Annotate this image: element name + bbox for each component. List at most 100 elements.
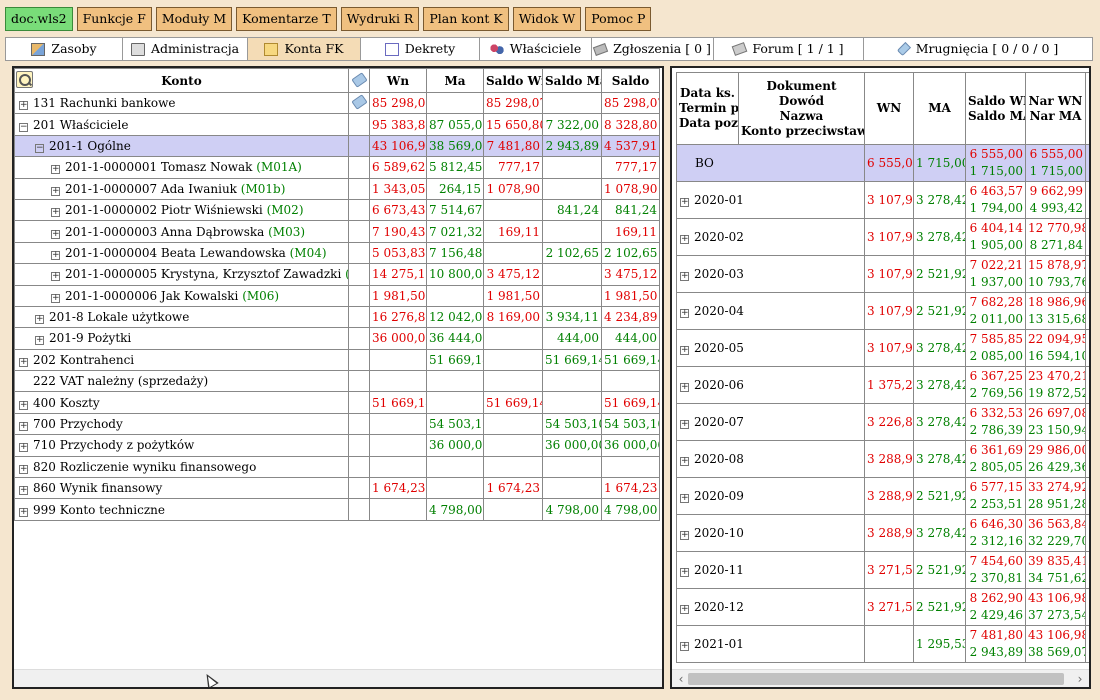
tab-konta[interactable]: Konta FK (247, 37, 360, 61)
ledger-row[interactable]: +2021-01 1 295,53 7 481,80 2 943,89 43 106,9… (676, 625, 1089, 663)
expand-icon[interactable]: + (680, 568, 689, 577)
ledger-row[interactable]: +2020-083 288,923 278,426 361,692 805,05… (676, 440, 1089, 478)
menu-doc[interactable]: doc.wls2 (5, 7, 73, 31)
tab-dekrety[interactable]: Dekrety (360, 37, 479, 61)
account-name-cell[interactable]: +400 Koszty (14, 391, 349, 414)
ledger-row[interactable]: +2020-053 107,993 278,427 585,852 085,00… (676, 329, 1089, 367)
account-name-cell[interactable]: +700 Przychody (14, 412, 349, 436)
account-name-cell[interactable]: +201-1-0000007 Ada Iwaniuk (M01b) (14, 177, 349, 200)
account-row[interactable]: +700 Przychody54 503,1054 503,1054 503,1… (14, 412, 660, 436)
account-row[interactable]: +201-1-0000004 Beata Lewandowska (M04) 5 … (14, 241, 660, 265)
expand-icon[interactable]: + (51, 229, 60, 239)
account-row[interactable]: +400 Koszty 51 669,14 51 669,14 51 669,14 (14, 391, 660, 414)
account-tag-cell[interactable] (348, 327, 370, 350)
account-tag-cell[interactable] (348, 263, 370, 286)
account-row[interactable]: +201-1-0000005 Krystyna, Krzysztof Zawad… (14, 263, 660, 286)
account-tag-cell[interactable] (348, 177, 370, 200)
menu-funkcje[interactable]: Funkcje F (76, 7, 152, 31)
account-name-cell[interactable]: 222 VAT należny (sprzedaży) (14, 370, 349, 393)
account-row[interactable]: −201-1 Ogólne43 106,9838 569,077 481,802… (14, 134, 660, 158)
expand-icon[interactable]: + (19, 101, 28, 111)
left-horizontal-scrollbar[interactable] (14, 669, 662, 687)
account-tag-cell[interactable] (348, 498, 370, 521)
account-name-cell[interactable]: +201-1-0000005 Krystyna, Krzysztof Zawad… (14, 263, 349, 286)
col-ledger-ma[interactable]: MA (913, 72, 966, 145)
period-cell[interactable]: +2020-02 (676, 218, 865, 256)
account-row[interactable]: +860 Wynik finansowy 1 674,23 1 674,23 1 67… (14, 477, 660, 500)
account-tag-cell[interactable] (348, 134, 370, 158)
period-cell[interactable]: +2020-06 (676, 366, 865, 404)
col-dates[interactable]: Data ks. Termin pł. Data poz. (676, 72, 739, 145)
expand-icon[interactable]: + (51, 186, 60, 196)
expand-icon[interactable]: + (680, 383, 689, 392)
expand-icon[interactable]: + (19, 507, 28, 517)
scroll-thumb[interactable] (688, 673, 1064, 685)
ledger-row[interactable]: +2020-093 288,922 521,926 577,152 253,51… (676, 477, 1089, 515)
scroll-left-icon[interactable]: ‹ (674, 672, 688, 686)
tab-zgloszenia[interactable]: Zgłoszenia [ 0 ] (591, 37, 713, 61)
account-name-cell[interactable]: −201-1 Ogólne (14, 134, 349, 158)
account-row[interactable]: +201-9 Pożytki 36 000,0036 444,00 444,0044… (14, 327, 660, 350)
account-tag-cell[interactable] (348, 156, 370, 179)
ledger-row[interactable]: +2020-043 107,992 521,927 682,282 011,00… (676, 292, 1089, 330)
col-ledger-wn[interactable]: WN (864, 72, 914, 145)
account-row[interactable]: +820 Rozliczenie wyniku finansowego (14, 455, 660, 479)
account-row[interactable]: +201-1-0000002 Piotr Wiśniewski (M02) 6 6… (14, 198, 660, 222)
tab-forum[interactable]: Forum [ 1 / 1 ] (713, 37, 863, 61)
menu-moduly[interactable]: Moduły M (155, 7, 233, 31)
expand-icon[interactable]: + (51, 293, 60, 303)
account-tag-cell[interactable] (348, 455, 370, 479)
tab-administracja[interactable]: Administracja (122, 37, 247, 61)
expand-icon[interactable]: + (680, 235, 689, 244)
account-name-cell[interactable]: +201-1-0000002 Piotr Wiśniewski (M02) (14, 198, 349, 222)
expand-icon[interactable]: + (680, 642, 689, 651)
ledger-row[interactable]: +2020-123 271,572 521,928 262,902 429,46… (676, 588, 1089, 626)
tab-zasoby[interactable]: Zasoby (5, 37, 122, 61)
col-wn[interactable]: Wn (369, 68, 427, 93)
col-saldo-wn[interactable]: Saldo Wn (483, 68, 543, 93)
ledger-row[interactable]: +2020-033 107,992 521,927 022,211 937,00… (676, 255, 1089, 293)
account-tag-cell[interactable] (348, 113, 370, 136)
account-tag-cell[interactable] (348, 391, 370, 414)
account-tag-cell[interactable] (348, 198, 370, 222)
account-name-cell[interactable]: +201-8 Lokale użytkowe (14, 305, 349, 329)
expand-icon[interactable]: + (680, 605, 689, 614)
collapse-icon[interactable]: − (35, 143, 44, 153)
account-tag-cell[interactable] (348, 220, 370, 243)
ledger-row[interactable]: +2020-061 375,263 278,426 367,252 769,56… (676, 366, 1089, 404)
account-name-cell[interactable]: +201-1-0000006 Jak Kowalski (M06) (14, 284, 349, 307)
expand-icon[interactable]: + (19, 400, 28, 410)
period-cell[interactable]: +2021-01 (676, 625, 865, 663)
col-saldo[interactable]: Saldo (601, 68, 660, 93)
period-cell[interactable]: +2020-04 (676, 292, 865, 330)
expand-icon[interactable]: + (19, 357, 28, 367)
expand-icon[interactable]: + (680, 198, 689, 207)
expand-icon[interactable]: + (680, 457, 689, 466)
expand-icon[interactable]: + (19, 486, 28, 496)
expand-icon[interactable]: + (19, 464, 28, 474)
account-tag-cell[interactable] (348, 241, 370, 265)
expand-icon[interactable]: + (35, 336, 44, 346)
account-row[interactable]: +201-8 Lokale użytkowe 16 276,8912 042,00… (14, 305, 660, 329)
account-row[interactable]: +131 Rachunki bankowe 85 298,07 85 298,07 8… (14, 91, 660, 115)
expand-icon[interactable]: + (51, 208, 60, 218)
account-row[interactable]: +201-1-0000006 Jak Kowalski (M06) 1 981,5… (14, 284, 660, 307)
account-tag-cell[interactable] (348, 284, 370, 307)
account-name-cell[interactable]: +131 Rachunki bankowe (14, 91, 349, 115)
menu-widok[interactable]: Widok W (512, 7, 582, 31)
account-name-cell[interactable]: +860 Wynik finansowy (14, 477, 349, 500)
account-name-cell[interactable]: +201-1-0000003 Anna Dąbrowska (M03) (14, 220, 349, 243)
period-cell[interactable]: +2020-05 (676, 329, 865, 367)
expand-icon[interactable]: + (19, 422, 28, 432)
menu-pomoc[interactable]: Pomoc P (585, 7, 652, 31)
ledger-row[interactable]: +2020-023 107,993 278,426 404,141 905,00… (676, 218, 1089, 256)
ledger-row[interactable]: +2020-073 226,873 278,426 332,532 786,39… (676, 403, 1089, 441)
account-tag-cell[interactable] (348, 348, 370, 372)
menu-plankont[interactable]: Plan kont K (423, 7, 509, 31)
tab-wlasciciele[interactable]: Właściciele (479, 37, 591, 61)
account-tag-cell[interactable] (348, 305, 370, 329)
expand-icon[interactable]: + (680, 531, 689, 540)
col-ledger-nar[interactable]: Nar WN Nar MA (1025, 72, 1086, 145)
account-name-cell[interactable]: +201-9 Pożytki (14, 327, 349, 350)
account-name-cell[interactable]: +710 Przychody z pożytków (14, 434, 349, 457)
